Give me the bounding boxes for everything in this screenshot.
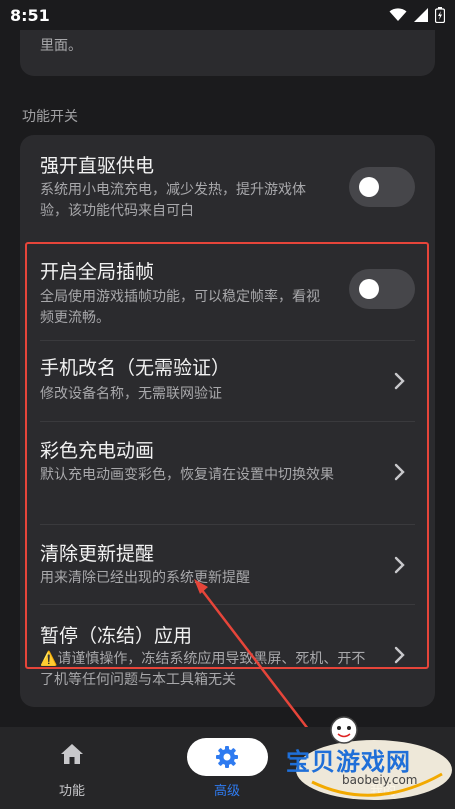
battery-icon: [435, 7, 445, 23]
nav-item-features[interactable]: 功能: [22, 727, 122, 809]
nav-label: 功能: [58, 784, 85, 799]
signal-icon: [414, 8, 428, 22]
gear-icon: [216, 746, 238, 768]
watermark: 宝贝游戏网 baobeiy.com: [282, 712, 455, 809]
watermark-url: baobeiy.com: [342, 773, 418, 787]
home-icon: [61, 744, 83, 764]
watermark-title: 宝贝游戏网: [286, 748, 411, 776]
nav-item-advanced[interactable]: 高级: [177, 727, 277, 809]
nav-label: 高级: [213, 784, 240, 799]
status-time: 8:51: [10, 6, 50, 25]
status-icons: [389, 7, 445, 23]
annotation-arrow: [194, 579, 319, 743]
status-bar: 8:51: [0, 0, 455, 30]
wifi-icon: [389, 8, 407, 21]
